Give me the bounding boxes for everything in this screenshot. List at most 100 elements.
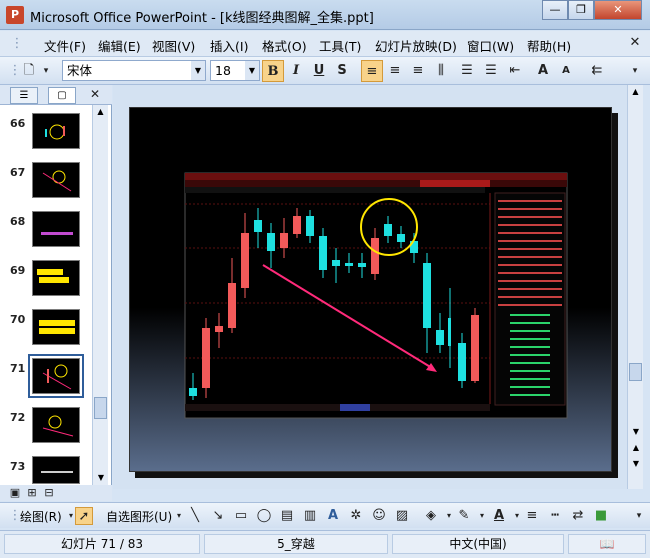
slide-thumbnail[interactable]	[32, 211, 80, 247]
menu-file[interactable]: 文件(F)	[44, 36, 86, 55]
spellcheck-icon[interactable]: 📖	[568, 534, 646, 554]
increase-font-icon[interactable]: A	[532, 60, 554, 82]
fill-color-icon[interactable]: ◈	[422, 507, 440, 525]
slide-thumbnail[interactable]	[32, 113, 80, 149]
numbered-list-icon[interactable]: ☰	[456, 60, 478, 82]
candle	[241, 233, 249, 288]
chevron-down-icon[interactable]: ▼	[245, 61, 259, 80]
slideshow-view-icon[interactable]: ⊟	[42, 484, 56, 499]
prev-slide-icon[interactable]: ▲	[628, 441, 644, 455]
menu-format[interactable]: 格式(O)	[262, 36, 307, 55]
font-size-select[interactable]: 18 ▼	[210, 60, 260, 81]
decrease-font-icon[interactable]: A	[555, 60, 577, 82]
close-pane-icon[interactable]: ✕	[86, 85, 104, 103]
promote-icon[interactable]: ⇇	[586, 60, 608, 82]
tab-outline[interactable]: ☰	[10, 87, 38, 104]
slide-thumbnail[interactable]	[32, 456, 80, 484]
menu-window[interactable]: 窗口(W)	[467, 36, 514, 55]
oval-tool-icon[interactable]: ◯	[255, 507, 273, 525]
toolbar-options-icon[interactable]: ▾	[628, 60, 642, 82]
scroll-down-icon[interactable]: ▼	[93, 471, 109, 485]
toolbar-options-icon[interactable]: ▾	[40, 60, 52, 82]
line-style-icon[interactable]: ≡	[523, 507, 541, 525]
slide-thumbnail[interactable]	[32, 260, 80, 296]
menu-tools[interactable]: 工具(T)	[319, 36, 361, 55]
wordart-icon[interactable]: A	[324, 507, 342, 525]
autoshapes-button[interactable]: 自选图形(U)	[106, 508, 172, 525]
line-tool-icon[interactable]: ╲	[186, 507, 204, 525]
powerpoint-app-icon[interactable]: P	[6, 6, 24, 24]
candle	[254, 220, 262, 232]
vertical-textbox-icon[interactable]: ▥	[301, 507, 319, 525]
align-right-icon[interactable]: ≡	[407, 60, 429, 82]
menu-view[interactable]: 视图(V)	[152, 36, 195, 55]
current-slide[interactable]	[129, 107, 612, 472]
chevron-down-icon[interactable]: ▼	[191, 61, 205, 80]
rectangle-tool-icon[interactable]: ▭	[232, 507, 250, 525]
slide-thumbnail[interactable]	[32, 162, 80, 198]
font-size-value: 18	[215, 63, 231, 78]
scroll-down-icon[interactable]: ▼	[628, 425, 644, 439]
slide-thumbnail[interactable]	[32, 407, 80, 443]
line-color-icon[interactable]: ✎	[455, 507, 473, 525]
font-family-select[interactable]: 宋体 ▼	[62, 60, 206, 81]
bold-button[interactable]: B	[262, 60, 284, 82]
picture-icon[interactable]: ▨	[393, 507, 411, 525]
candle	[215, 326, 223, 332]
align-left-icon[interactable]: ≡	[361, 60, 383, 82]
candle	[358, 263, 366, 267]
language-status: 中文(中国)	[392, 534, 564, 554]
decrease-indent-icon[interactable]: ⇤	[504, 60, 526, 82]
diagram-icon[interactable]: ✲	[347, 507, 365, 525]
slide-thumbnail[interactable]	[32, 309, 80, 345]
maximize-button[interactable]: ❐	[568, 0, 594, 20]
menu-edit[interactable]: 编辑(E)	[98, 36, 141, 55]
shadow-style-icon[interactable]: ■	[592, 507, 610, 525]
clipart-icon[interactable]: ☺	[370, 507, 388, 525]
minimize-button[interactable]: —	[542, 0, 568, 20]
arrow-style-icon[interactable]: ⇄	[569, 507, 587, 525]
tab-slides[interactable]: ▢	[48, 87, 76, 104]
textbox-tool-icon[interactable]: ▤	[278, 507, 296, 525]
close-window-button[interactable]: ✕	[594, 0, 642, 20]
view-buttons: ▣ ⊞ ⊟	[0, 485, 112, 501]
close-document-icon[interactable]: ✕	[626, 34, 644, 52]
slide-number: 69	[10, 264, 26, 277]
bulleted-list-icon[interactable]: ☰	[480, 60, 502, 82]
distribute-icon[interactable]: ⫼	[430, 60, 452, 82]
editor-scrollbar[interactable]: ▲ ▼ ▲ ▼	[627, 85, 643, 489]
toolbar-options-icon[interactable]: ▾	[630, 507, 648, 525]
shadow-button[interactable]: S	[331, 60, 353, 82]
dash-style-icon[interactable]: ┅	[546, 507, 564, 525]
menu-insert[interactable]: 插入(I)	[210, 36, 248, 55]
slide-thumbnail-selected[interactable]	[28, 354, 84, 398]
italic-button[interactable]: I	[285, 60, 307, 82]
scroll-thumb[interactable]	[629, 363, 642, 381]
menu-slideshow[interactable]: 幻灯片放映(D)	[375, 36, 457, 55]
scroll-thumb[interactable]	[94, 397, 107, 419]
slide-sorter-icon[interactable]: ⊞	[25, 484, 39, 499]
menu-help[interactable]: 帮助(H)	[527, 36, 571, 55]
scroll-up-icon[interactable]: ▲	[628, 85, 643, 99]
candle	[423, 263, 431, 328]
draw-menu-button[interactable]: 绘图(R)	[20, 508, 62, 525]
font-color-icon[interactable]: A	[490, 507, 508, 525]
candle	[267, 233, 275, 251]
slide-position-status: 幻灯片 71 / 83	[4, 534, 200, 554]
candle	[371, 238, 379, 274]
software-logo	[420, 180, 490, 187]
align-center-icon[interactable]: ≡	[384, 60, 406, 82]
arrow-tool-icon[interactable]: ↘	[209, 507, 227, 525]
new-document-icon[interactable]: 🗋	[18, 60, 40, 82]
chevron-down-icon[interactable]: ▾	[473, 507, 491, 525]
normal-view-icon[interactable]: ▣	[8, 484, 22, 499]
next-slide-icon[interactable]: ▼	[628, 457, 644, 471]
candle	[306, 216, 314, 236]
slide-editor: ▲ ▼ ▲ ▼	[113, 85, 643, 489]
candle	[202, 328, 210, 388]
slides-pane-scrollbar[interactable]: ▲ ▼	[92, 105, 108, 485]
select-objects-icon[interactable]: ➚	[75, 507, 93, 525]
candle	[345, 263, 353, 266]
underline-button[interactable]: U	[308, 60, 330, 82]
scroll-up-icon[interactable]: ▲	[93, 105, 108, 119]
